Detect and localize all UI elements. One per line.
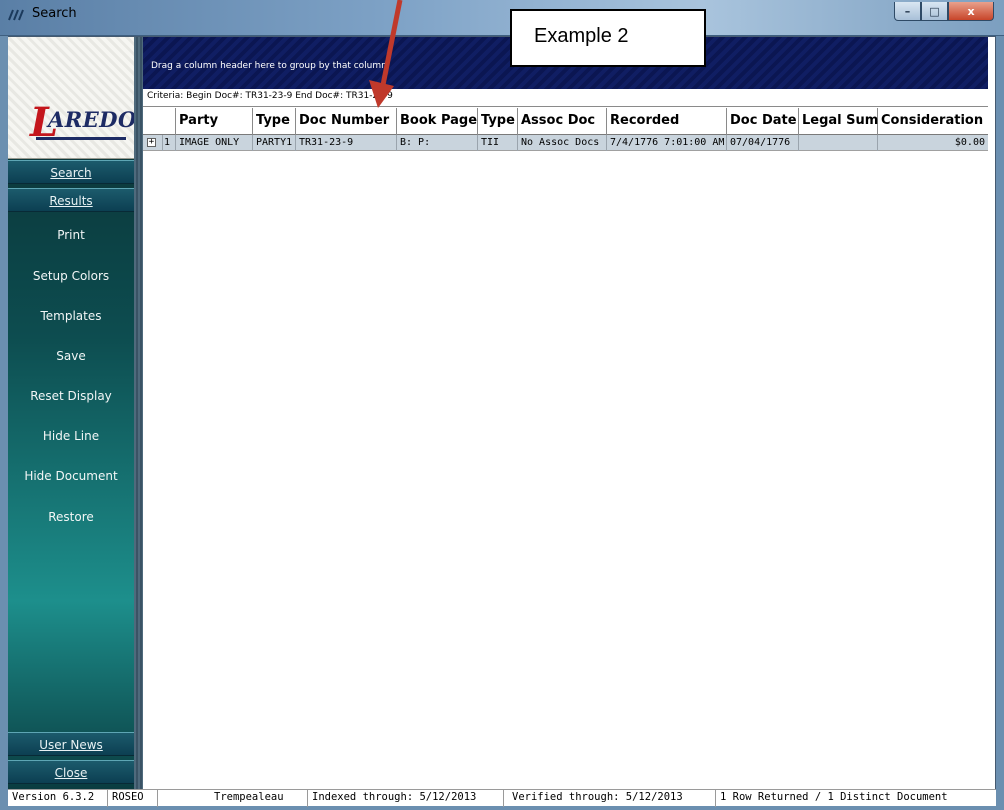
cell-legal-sum	[799, 135, 878, 151]
column-header-consideration[interactable]: Consideration	[878, 108, 988, 135]
status-indexed: Indexed through: 5/12/2013	[308, 790, 504, 807]
cell-consideration: $0.00	[954, 137, 985, 148]
sidebar-item-restore[interactable]: Restore	[8, 510, 134, 524]
sidebar-item-hide-document[interactable]: Hide Document	[8, 469, 134, 483]
logo-underline	[36, 137, 126, 140]
window-titlebar: Search – □ x	[0, 0, 1004, 36]
cell-doc-number: TR31-23-9	[296, 135, 397, 151]
status-results: 1 Row Returned / 1 Distinct Document	[720, 791, 948, 803]
app-icon	[8, 9, 24, 21]
cell-type: PARTY1	[253, 135, 296, 151]
column-header-assoc-doc[interactable]: Assoc Doc	[518, 108, 607, 135]
sidebar-item-print[interactable]: Print	[8, 228, 134, 242]
sidebar-tab-user-news[interactable]: User News	[8, 732, 134, 756]
sidebar-item-setup-colors[interactable]: Setup Colors	[8, 269, 134, 283]
column-header-legal-sum[interactable]: Legal Sum	[799, 108, 878, 135]
cell-type-2: TII	[478, 135, 518, 151]
sidebar-item-save[interactable]: Save	[8, 349, 134, 363]
cell-recorded: 7/4/1776 7:01:00 AM	[607, 135, 727, 151]
cell-party: IMAGE ONLY	[176, 135, 253, 151]
status-verified: Verified through: 5/12/2013	[504, 790, 716, 807]
sidebar: L AREDO Search Results Print Setup Color…	[8, 37, 137, 789]
status-county: Trempealeau	[158, 790, 308, 807]
sidebar-tab-close[interactable]: Close	[8, 760, 134, 784]
column-header-book-page[interactable]: Book Page	[397, 108, 478, 135]
annotation-callout: Example 2	[510, 9, 706, 67]
column-header-type[interactable]: Type	[253, 108, 296, 135]
splitter[interactable]	[134, 37, 143, 789]
sidebar-tab-search[interactable]: Search	[8, 160, 134, 184]
group-by-hint: Drag a column header here to group by th…	[151, 61, 387, 71]
cell-assoc-doc: No Assoc Docs	[518, 135, 607, 151]
laredo-logo: L AREDO	[8, 37, 137, 159]
status-version: Version 6.3.2	[8, 790, 108, 807]
column-header-doc-number[interactable]: Doc Number	[296, 108, 397, 135]
sidebar-item-hide-line[interactable]: Hide Line	[8, 429, 134, 443]
cell-doc-date: 07/04/1776	[727, 135, 799, 151]
sidebar-item-templates[interactable]: Templates	[8, 309, 134, 323]
minimize-button[interactable]: –	[894, 2, 921, 21]
search-criteria: Criteria: Begin Doc#: TR31-23-9 End Doc#…	[143, 89, 988, 107]
maximize-button[interactable]: □	[921, 2, 948, 21]
annotation-arrow	[369, 0, 403, 108]
column-header-recorded[interactable]: Recorded	[607, 108, 727, 135]
window-frame	[8, 36, 996, 806]
expand-icon[interactable]: +	[147, 138, 156, 147]
column-header-type-2[interactable]: Type	[478, 108, 518, 135]
row-expand-cell: +	[143, 135, 163, 151]
results-grid: Party Type Doc Number Book Page Type Ass…	[143, 108, 988, 151]
row-number: 1	[163, 135, 176, 151]
status-bar: Version 6.3.2 ROSEO Trempealeau Indexed …	[8, 789, 996, 807]
status-user: ROSEO	[108, 790, 158, 807]
column-header-doc-date[interactable]: Doc Date	[727, 108, 799, 135]
window-title: Search	[32, 6, 77, 21]
column-header-party[interactable]: Party	[176, 108, 253, 135]
sidebar-tab-results[interactable]: Results	[8, 188, 134, 212]
logo-word: AREDO	[48, 107, 137, 132]
table-row[interactable]: + 1 IMAGE ONLY PARTY1 TR31-23-9 B: P: TI…	[143, 135, 988, 151]
grid-header: Party Type Doc Number Book Page Type Ass…	[143, 108, 988, 135]
criteria-text: Criteria: Begin Doc#: TR31-23-9 End Doc#…	[147, 91, 393, 101]
close-window-button[interactable]: x	[948, 2, 994, 21]
sidebar-item-reset-display[interactable]: Reset Display	[8, 389, 134, 403]
annotation-label: Example 2	[534, 25, 629, 47]
grid-header-indicator	[143, 108, 176, 135]
window-controls: – □ x	[894, 2, 994, 21]
cell-book-page: B: P:	[397, 135, 478, 151]
